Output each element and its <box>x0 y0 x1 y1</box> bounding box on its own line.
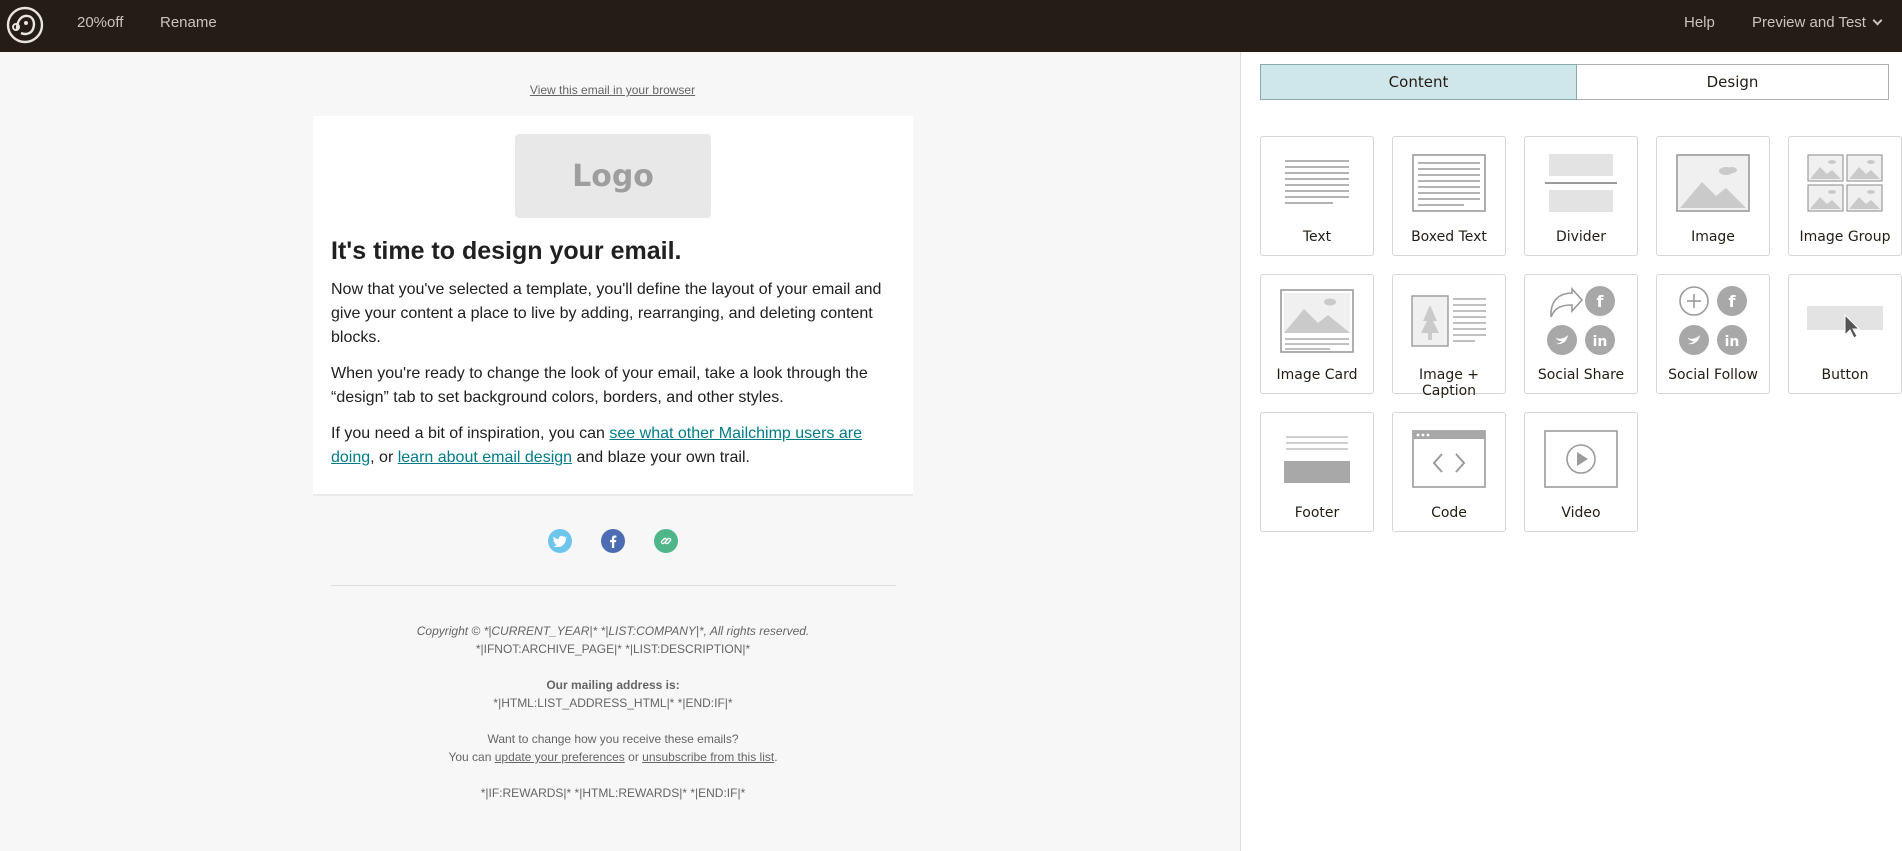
block-boxed-text[interactable]: Boxed Text <box>1392 136 1506 256</box>
block-social-follow[interactable]: f in Social Follow <box>1656 274 1770 394</box>
view-in-browser-link[interactable]: View this email in your browser <box>0 83 1225 97</box>
boxed-text-block-icon <box>1393 151 1505 215</box>
block-label: Divider <box>1555 229 1607 245</box>
learn-email-design-link[interactable]: learn about email design <box>398 449 572 466</box>
unsubscribe-link[interactable]: unsubscribe from this list <box>642 750 774 764</box>
button-block-icon <box>1789 289 1901 353</box>
block-label: Social Share <box>1537 367 1625 383</box>
panel-tabs: Content Design <box>1260 64 1889 100</box>
image-block-icon <box>1657 151 1769 215</box>
footer-divider <box>331 585 896 586</box>
block-label: Social Follow <box>1668 367 1758 383</box>
block-image-caption[interactable]: Image + Caption <box>1392 274 1506 399</box>
block-social-share[interactable]: f in Social Share <box>1524 274 1638 394</box>
svg-text:f: f <box>1729 292 1737 311</box>
block-label: Image + Caption <box>1418 367 1480 399</box>
list-description-text: *|IFNOT:ARCHIVE_PAGE|* *|LIST:DESCRIPTIO… <box>475 642 751 656</box>
chevron-down-icon <box>1872 15 1883 26</box>
block-label: Image Group <box>1799 229 1891 245</box>
mailing-address-label: Our mailing address is: <box>546 678 680 692</box>
email-paragraph-3: If you need a bit of inspiration, you ca… <box>331 422 901 470</box>
rewards-text: *|IF:REWARDS|* *|HTML:REWARDS|* *|END:IF… <box>480 786 746 800</box>
block-label: Footer <box>1294 505 1340 521</box>
divider-block-icon <box>1525 151 1637 215</box>
block-label: Text <box>1302 229 1332 245</box>
preferences-line: You can update your preferences or unsub… <box>313 748 913 766</box>
image-group-block-icon <box>1789 151 1901 215</box>
email-paragraph-1: Now that you've selected a template, you… <box>331 281 882 346</box>
paragraph-3-suffix: and blaze your own trail. <box>572 449 750 466</box>
code-block-icon <box>1393 427 1505 491</box>
svg-text:f: f <box>1597 292 1605 311</box>
mailing-address-heading: Our mailing address is: <box>313 676 913 694</box>
tab-design[interactable]: Design <box>1577 64 1889 100</box>
social-share-block-icon: f in <box>1525 286 1637 355</box>
mailchimp-logo-icon[interactable] <box>4 4 46 46</box>
svg-text:in: in <box>1725 334 1740 350</box>
block-label: Boxed Text <box>1411 229 1487 245</box>
help-link[interactable]: Help <box>1684 14 1715 31</box>
copyright-text: Copyright © *|CURRENT_YEAR|* *|LIST:COMP… <box>416 624 810 638</box>
mailing-address-text: *|HTML:LIST_ADDRESS_HTML|* *|END:IF|* <box>493 696 733 710</box>
image-card-block-icon <box>1261 289 1373 353</box>
change-question-text: Want to change how you receive these ema… <box>487 732 739 746</box>
you-can-text: You can <box>448 750 495 764</box>
image-caption-block-icon <box>1393 289 1505 353</box>
update-preferences-link[interactable]: update your preferences <box>495 750 625 764</box>
content-blocks-panel: Content Design Text Boxed Text Divider I… <box>1240 52 1902 851</box>
block-label: Video <box>1561 505 1601 521</box>
block-text[interactable]: Text <box>1260 136 1374 256</box>
social-icons <box>548 529 678 553</box>
footer-block-icon <box>1261 427 1373 491</box>
preview-and-test-label: Preview and Test <box>1752 14 1866 31</box>
block-label: Image <box>1691 229 1735 245</box>
svg-text:in: in <box>1593 334 1608 350</box>
social-follow-block-icon: f in <box>1657 286 1769 355</box>
block-code[interactable]: Code <box>1392 412 1506 532</box>
logo-placeholder[interactable]: Logo <box>515 134 711 218</box>
link-icon[interactable] <box>654 529 678 553</box>
block-image-card[interactable]: Image Card <box>1260 274 1374 394</box>
block-image-group[interactable]: Image Group <box>1788 136 1902 256</box>
block-label: Image Card <box>1276 367 1358 383</box>
block-label: Button <box>1821 367 1869 383</box>
block-label: Code <box>1431 505 1467 521</box>
preview-and-test-menu[interactable]: Preview and Test <box>1752 14 1883 31</box>
block-image[interactable]: Image <box>1656 136 1770 256</box>
block-divider[interactable]: Divider <box>1524 136 1638 256</box>
tab-content[interactable]: Content <box>1260 64 1577 100</box>
block-video[interactable]: Video <box>1524 412 1638 532</box>
paragraph-3-mid: , or <box>370 449 398 466</box>
block-button[interactable]: Button <box>1788 274 1902 394</box>
campaign-name[interactable]: 20%off <box>77 14 123 31</box>
or-text: or <box>624 750 643 764</box>
email-body[interactable]: Logo It's time to design your email. Now… <box>313 116 913 496</box>
email-preview: View this email in your browser Logo It'… <box>0 52 1240 851</box>
video-block-icon <box>1525 427 1637 491</box>
text-block-icon <box>1261 151 1373 215</box>
period-text: . <box>774 750 778 764</box>
facebook-icon[interactable] <box>601 529 625 553</box>
paragraph-3-text: If you need a bit of inspiration, you ca… <box>331 425 610 442</box>
email-heading: It's time to design your email. <box>331 237 682 265</box>
rename-link[interactable]: Rename <box>160 14 217 31</box>
twitter-icon[interactable] <box>548 529 572 553</box>
email-paragraph-2: When you're ready to change the look of … <box>331 365 868 406</box>
block-footer[interactable]: Footer <box>1260 412 1374 532</box>
top-bar: 20%off Rename Help Preview and Test <box>0 0 1902 52</box>
